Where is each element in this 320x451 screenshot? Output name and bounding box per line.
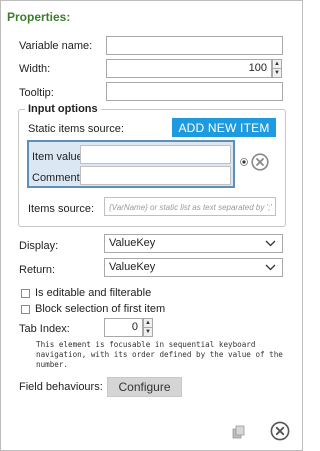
editable-filterable-checkbox[interactable] xyxy=(21,289,30,298)
item-value-input[interactable] xyxy=(80,145,231,164)
display-select[interactable]: ValueKey xyxy=(104,234,283,253)
panel-title: Properties: xyxy=(7,10,71,24)
tab-index-input[interactable]: 0 xyxy=(104,318,143,337)
copy-icon[interactable] xyxy=(231,424,247,440)
variable-name-input[interactable] xyxy=(106,36,283,55)
tab-index-help-text: This element is focusable in sequential … xyxy=(36,340,283,369)
width-label: Width: xyxy=(19,63,51,75)
tooltip-label: Tooltip: xyxy=(19,87,54,99)
remove-circle-icon[interactable] xyxy=(251,153,269,171)
default-item-radio[interactable] xyxy=(240,157,248,166)
tab-index-label: Tab Index: xyxy=(19,323,70,335)
variable-name-label: Variable name: xyxy=(19,40,93,52)
tooltip-input[interactable] xyxy=(106,82,283,101)
increment-icon[interactable]: ▲ xyxy=(273,60,281,69)
return-select[interactable]: ValueKey xyxy=(104,258,283,277)
input-options-title: Input options xyxy=(25,103,101,115)
static-items-source-label: Static items source: xyxy=(28,123,124,135)
increment-icon[interactable]: ▲ xyxy=(144,319,152,328)
return-label: Return: xyxy=(19,264,56,276)
editable-filterable-label: Is editable and filterable xyxy=(35,287,152,299)
chevron-down-icon xyxy=(265,240,276,247)
items-source-label: Items source: xyxy=(28,203,95,215)
width-input[interactable]: 100 xyxy=(106,59,272,78)
configure-button[interactable]: Configure xyxy=(107,377,182,397)
field-behaviours-label: Field behaviours: xyxy=(19,381,103,393)
tab-index-stepper[interactable]: ▲ ▼ xyxy=(143,318,153,337)
block-first-item-checkbox[interactable] xyxy=(21,305,30,314)
items-source-input[interactable]: {VarName} or static list as text separat… xyxy=(104,197,276,216)
comment-input[interactable] xyxy=(80,166,231,185)
block-first-item-label: Block selection of first item xyxy=(35,303,166,315)
decrement-icon[interactable]: ▼ xyxy=(273,69,281,78)
comment-label: Comment: xyxy=(32,172,83,184)
add-new-item-button[interactable]: ADD NEW ITEM xyxy=(172,118,276,137)
chevron-down-icon xyxy=(265,264,276,271)
decrement-icon[interactable]: ▼ xyxy=(144,328,152,337)
close-circle-icon[interactable] xyxy=(270,421,290,441)
item-value-label: Item value: xyxy=(32,151,86,163)
display-label: Display: xyxy=(19,240,59,252)
width-stepper[interactable]: ▲ ▼ xyxy=(272,59,282,78)
